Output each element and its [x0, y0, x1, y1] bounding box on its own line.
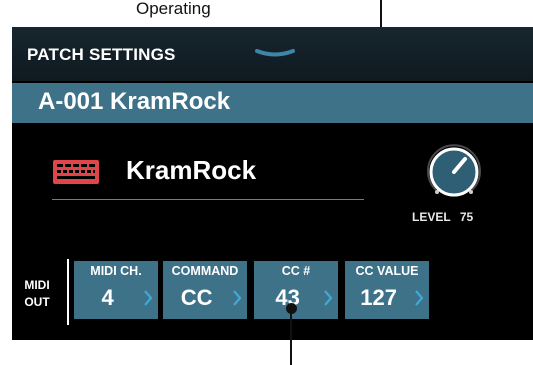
- device-screen: PATCH SETTINGS A-001 KramRock KramRock L…: [12, 27, 533, 340]
- level-readout: LEVEL 75: [412, 210, 473, 224]
- patch-name-bar[interactable]: A-001 KramRock: [12, 83, 533, 123]
- level-value: 75: [459, 210, 474, 224]
- midi-label-line1: MIDI: [24, 278, 50, 292]
- instrument-name: KramRock: [126, 155, 257, 185]
- callout-caption: Operating: [136, 0, 211, 18]
- page-title: PATCH SETTINGS: [27, 45, 176, 64]
- param-command[interactable]: COMMAND CC: [163, 261, 247, 319]
- param-cc-value[interactable]: CC VALUE 127: [345, 261, 429, 319]
- level-knob-icon[interactable]: [422, 140, 486, 204]
- chevron-down-icon[interactable]: [255, 49, 295, 59]
- param-value: 4: [101, 285, 114, 310]
- patch-name: A-001 KramRock: [38, 88, 231, 115]
- callout-line-bottom: [290, 308, 292, 365]
- level-label: LEVEL: [412, 210, 451, 224]
- divider-line: [52, 199, 364, 200]
- midi-label-line2: OUT: [24, 295, 50, 309]
- param-label: CC VALUE: [355, 264, 419, 278]
- midi-out-label: MIDI OUT: [22, 277, 52, 311]
- param-label: MIDI CH.: [90, 264, 142, 278]
- midi-separator: [67, 259, 69, 325]
- chevron-right-icon: [144, 290, 153, 306]
- param-value: CC: [180, 285, 213, 310]
- chevron-right-icon: [415, 290, 424, 306]
- chevron-right-icon: [324, 290, 333, 306]
- param-value: 127: [360, 285, 397, 310]
- keyboard-icon: [53, 160, 99, 184]
- param-label: CC #: [281, 264, 311, 278]
- chevron-right-icon: [233, 290, 242, 306]
- header-bar: PATCH SETTINGS: [12, 27, 533, 81]
- param-label: COMMAND: [171, 264, 239, 278]
- param-midi-ch[interactable]: MIDI CH. 4: [74, 261, 158, 319]
